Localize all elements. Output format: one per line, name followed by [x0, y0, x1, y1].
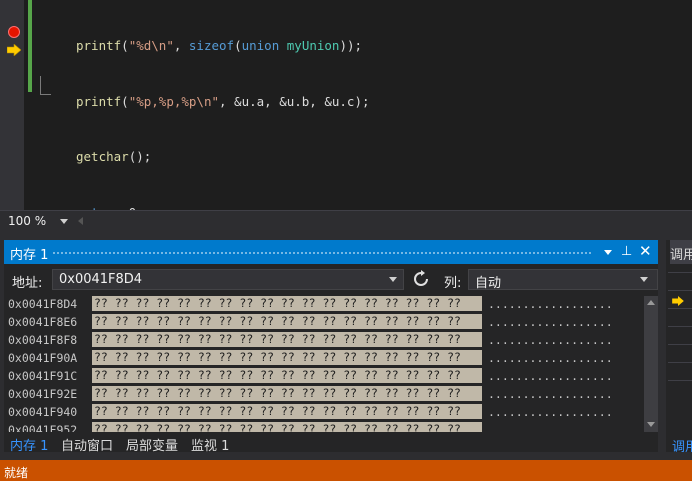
memory-window: 内存 1 ⊥ ✕ 地址: 0x0041F8D4 列: 自动 0x0041F8D4…	[4, 240, 658, 454]
memory-row-address: 0x0041F940	[8, 405, 78, 419]
memory-row-ascii[interactable]: ..................	[488, 333, 613, 347]
change-indicator-bar	[28, 0, 32, 92]
memory-row-hex[interactable]: ?? ?? ?? ?? ?? ?? ?? ?? ?? ?? ?? ?? ?? ?…	[92, 404, 482, 419]
call-stack-rows[interactable]	[668, 272, 692, 382]
memory-row-address: 0x0041F952	[8, 423, 78, 432]
window-options-dropdown-icon[interactable]	[604, 250, 612, 255]
memory-row-address: 0x0041F90A	[8, 351, 78, 365]
columns-select[interactable]: 自动	[468, 269, 658, 291]
editor-zoom-bar: 100 %	[0, 210, 692, 233]
scroll-down-icon[interactable]	[647, 422, 655, 427]
pin-icon[interactable]: ⊥	[621, 244, 632, 259]
tab-autos[interactable]: 自动窗口	[61, 435, 113, 454]
call-stack-title[interactable]: 调用	[670, 240, 692, 264]
memory-row: 0x0041F952 ?? ?? ?? ?? ?? ?? ?? ?? ?? ?? …	[4, 422, 644, 432]
memory-row-ascii[interactable]: ..................	[488, 405, 613, 419]
memory-row-ascii[interactable]: ..................	[488, 387, 613, 401]
memory-row: 0x0041F8D4 ?? ?? ?? ?? ?? ?? ?? ?? ?? ?? …	[4, 296, 644, 314]
call-stack-panel: 调用 调用	[666, 240, 692, 455]
code-editor[interactable]: printf("%d\n", sizeof(union myUnion)); p…	[0, 0, 692, 210]
tab-locals[interactable]: 局部变量	[126, 435, 178, 454]
scroll-up-icon[interactable]	[647, 300, 655, 305]
memory-window-titlebar[interactable]: 内存 1 ⊥ ✕	[4, 240, 658, 264]
breakpoint-icon[interactable]	[8, 26, 20, 38]
scroll-left-icon[interactable]	[78, 217, 83, 225]
memory-row-ascii[interactable]: ..................	[488, 369, 613, 383]
columns-dropdown-icon[interactable]	[640, 277, 648, 282]
current-statement-arrow-icon	[7, 44, 21, 56]
code-line: getchar();	[76, 149, 152, 164]
memory-row-hex[interactable]: ?? ?? ?? ?? ?? ?? ?? ?? ?? ?? ?? ?? ?? ?…	[92, 368, 482, 383]
memory-row: 0x0041F940 ?? ?? ?? ?? ?? ?? ?? ?? ?? ?? …	[4, 404, 644, 422]
memory-row-hex[interactable]: ?? ?? ?? ?? ?? ?? ?? ?? ?? ?? ?? ?? ?? ?…	[92, 314, 482, 329]
code-line: printf("%d\n", sizeof(union myUnion));	[76, 38, 363, 53]
address-dropdown-icon[interactable]	[389, 277, 397, 282]
memory-row-address: 0x0041F8E6	[8, 315, 78, 329]
tab-watch-1[interactable]: 监视 1	[191, 435, 229, 454]
close-icon[interactable]: ✕	[639, 242, 652, 260]
zoom-dropdown-icon[interactable]	[60, 219, 68, 224]
outline-guide	[40, 76, 51, 95]
memory-row: 0x0041F90A ?? ?? ?? ?? ?? ?? ?? ?? ?? ?? …	[4, 350, 644, 368]
refresh-icon[interactable]	[412, 270, 430, 288]
memory-row-address: 0x0041F8D4	[8, 297, 78, 311]
memory-row-ascii[interactable]: ..................	[488, 297, 613, 311]
memory-row-address: 0x0041F92E	[8, 387, 78, 401]
memory-row: 0x0041F8E6 ?? ?? ?? ?? ?? ?? ?? ?? ?? ?? …	[4, 314, 644, 332]
address-label: 地址:	[12, 276, 43, 291]
tab-memory-1[interactable]: 内存 1	[10, 435, 48, 454]
memory-row-hex[interactable]: ?? ?? ?? ?? ?? ?? ?? ?? ?? ?? ?? ?? ?? ?…	[92, 332, 482, 347]
tab-call-stack[interactable]: 调用	[672, 436, 692, 455]
status-text: 就绪	[4, 466, 29, 480]
memory-row-ascii[interactable]: ..................	[488, 351, 613, 365]
memory-toolbar: 地址: 0x0041F8D4 列: 自动	[4, 268, 658, 292]
editor-gutter[interactable]	[0, 0, 24, 210]
zoom-level[interactable]: 100 %	[8, 214, 46, 228]
memory-row: 0x0041F92E ?? ?? ?? ?? ?? ?? ?? ?? ?? ?? …	[4, 386, 644, 404]
memory-row-hex[interactable]: ?? ?? ?? ?? ?? ?? ?? ?? ?? ?? ?? ?? ?? ?…	[92, 350, 482, 365]
status-bar: 就绪	[0, 460, 692, 481]
debug-window-tabs: 内存 1 自动窗口 局部变量 监视 1	[4, 433, 658, 454]
current-frame-arrow-icon	[672, 296, 684, 306]
memory-window-title: 内存 1	[10, 248, 49, 263]
memory-grid[interactable]: 0x0041F8D4 ?? ?? ?? ?? ?? ?? ?? ?? ?? ?? …	[4, 296, 644, 432]
memory-vertical-scrollbar[interactable]	[644, 296, 658, 432]
memory-row-hex[interactable]: ?? ?? ?? ?? ?? ?? ?? ?? ?? ?? ?? ?? ?? ?…	[92, 422, 482, 432]
memory-row: 0x0041F91C ?? ?? ?? ?? ?? ?? ?? ?? ?? ?? …	[4, 368, 644, 386]
memory-row-hex[interactable]: ?? ?? ?? ?? ?? ?? ?? ?? ?? ?? ?? ?? ?? ?…	[92, 386, 482, 401]
memory-row: 0x0041F8F8 ?? ?? ?? ?? ?? ?? ?? ?? ?? ?? …	[4, 332, 644, 350]
address-input[interactable]: 0x0041F8D4	[52, 269, 404, 290]
memory-row-ascii[interactable]: ..................	[488, 315, 613, 329]
memory-row-ascii[interactable]: ..................	[488, 423, 613, 432]
code-text[interactable]: printf("%d\n", sizeof(union myUnion)); p…	[76, 0, 370, 210]
memory-row-hex[interactable]: ?? ?? ?? ?? ?? ?? ?? ?? ?? ?? ?? ?? ?? ?…	[92, 296, 482, 311]
memory-row-address: 0x0041F91C	[8, 369, 78, 383]
drag-grip[interactable]	[52, 251, 592, 255]
memory-row-address: 0x0041F8F8	[8, 333, 78, 347]
code-line: printf("%p,%p,%p\n", &u.a, &u.b, &u.c);	[76, 93, 370, 109]
columns-label: 列:	[444, 276, 462, 291]
